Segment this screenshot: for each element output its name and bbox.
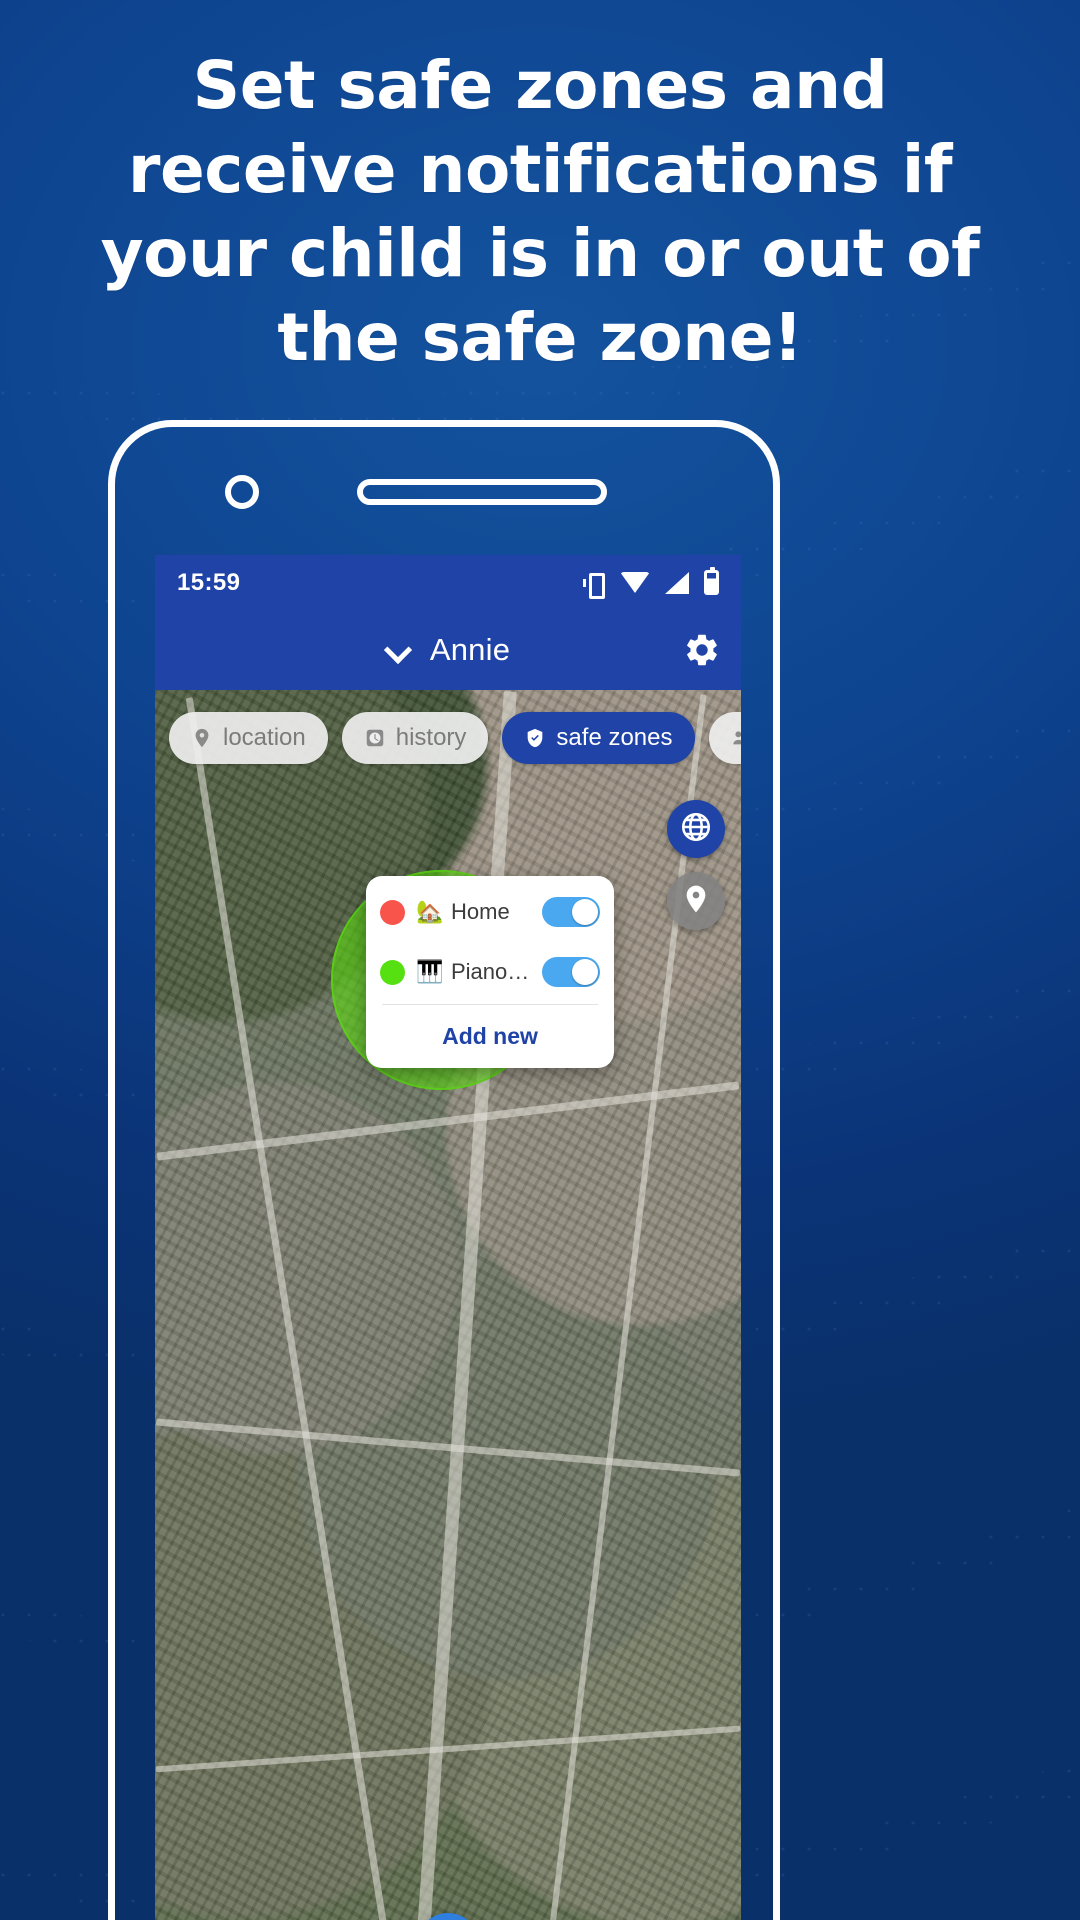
- chip-safe-zones[interactable]: safe zones: [502, 712, 695, 764]
- map-pin-icon: [191, 726, 213, 750]
- shield-check-icon: [524, 726, 546, 750]
- zone-label: Home: [451, 899, 510, 924]
- chip-label: history: [395, 724, 467, 751]
- location-pin-icon: [680, 883, 712, 920]
- zone-label: Piano Les…: [451, 959, 531, 984]
- front-camera-icon: [225, 475, 259, 509]
- chip-history[interactable]: history: [341, 712, 489, 764]
- app-header: Annie: [155, 610, 741, 690]
- zone-color-dot: [380, 899, 405, 925]
- toggle-knob: [572, 959, 598, 985]
- map-road: [155, 1725, 741, 1773]
- vibrate-icon: [583, 571, 605, 599]
- add-new-button[interactable]: Add new: [366, 1005, 614, 1064]
- map-road: [155, 1418, 741, 1477]
- chip-see-all[interactable]: see a: [708, 712, 741, 764]
- signal-icon: [665, 571, 689, 594]
- globe-icon: [679, 810, 713, 849]
- chip-location[interactable]: location: [169, 712, 328, 764]
- zone-toggle-home[interactable]: [542, 897, 600, 927]
- phone-mockup: 15:59 Annie location history safe zones …: [108, 420, 780, 1920]
- page-title: Set safe zones and receive notifications…: [100, 47, 980, 376]
- clock-icon: [364, 726, 386, 750]
- place-button[interactable]: [667, 872, 725, 930]
- child-selector[interactable]: Annie: [386, 632, 510, 668]
- battery-icon: [704, 567, 719, 595]
- map-road: [185, 697, 390, 1920]
- toggle-knob: [572, 899, 598, 925]
- child-name-label: Annie: [429, 632, 511, 667]
- zone-toggle-piano[interactable]: [542, 957, 600, 987]
- map-view[interactable]: location history safe zones 🏡 Home 🎹 Pia…: [155, 690, 741, 1920]
- zone-color-dot: [380, 959, 405, 985]
- status-icons: [583, 567, 719, 599]
- wifi-icon: [620, 572, 650, 593]
- gear-icon[interactable]: [683, 631, 721, 669]
- phone-screen: 15:59 Annie location history safe zones …: [155, 555, 741, 1920]
- piano-emoji-icon: 🎹: [416, 959, 444, 984]
- zone-row-home[interactable]: 🏡 Home: [366, 882, 614, 942]
- home-emoji-icon: 🏡: [416, 899, 444, 924]
- globe-button[interactable]: [667, 800, 725, 858]
- status-bar: 15:59: [155, 555, 741, 610]
- chevron-down-icon: [386, 638, 410, 662]
- zone-row-piano[interactable]: 🎹 Piano Les…: [366, 942, 614, 1002]
- map-filter-chips: location history safe zones: [169, 712, 741, 764]
- status-time: 15:59: [177, 568, 241, 596]
- people-icon: [731, 726, 741, 750]
- earpiece-speaker-icon: [357, 479, 607, 505]
- chip-label: safe zones: [556, 724, 673, 751]
- chip-label: location: [223, 724, 306, 751]
- safe-zones-card: 🏡 Home 🎹 Piano Les… Add new: [366, 876, 614, 1068]
